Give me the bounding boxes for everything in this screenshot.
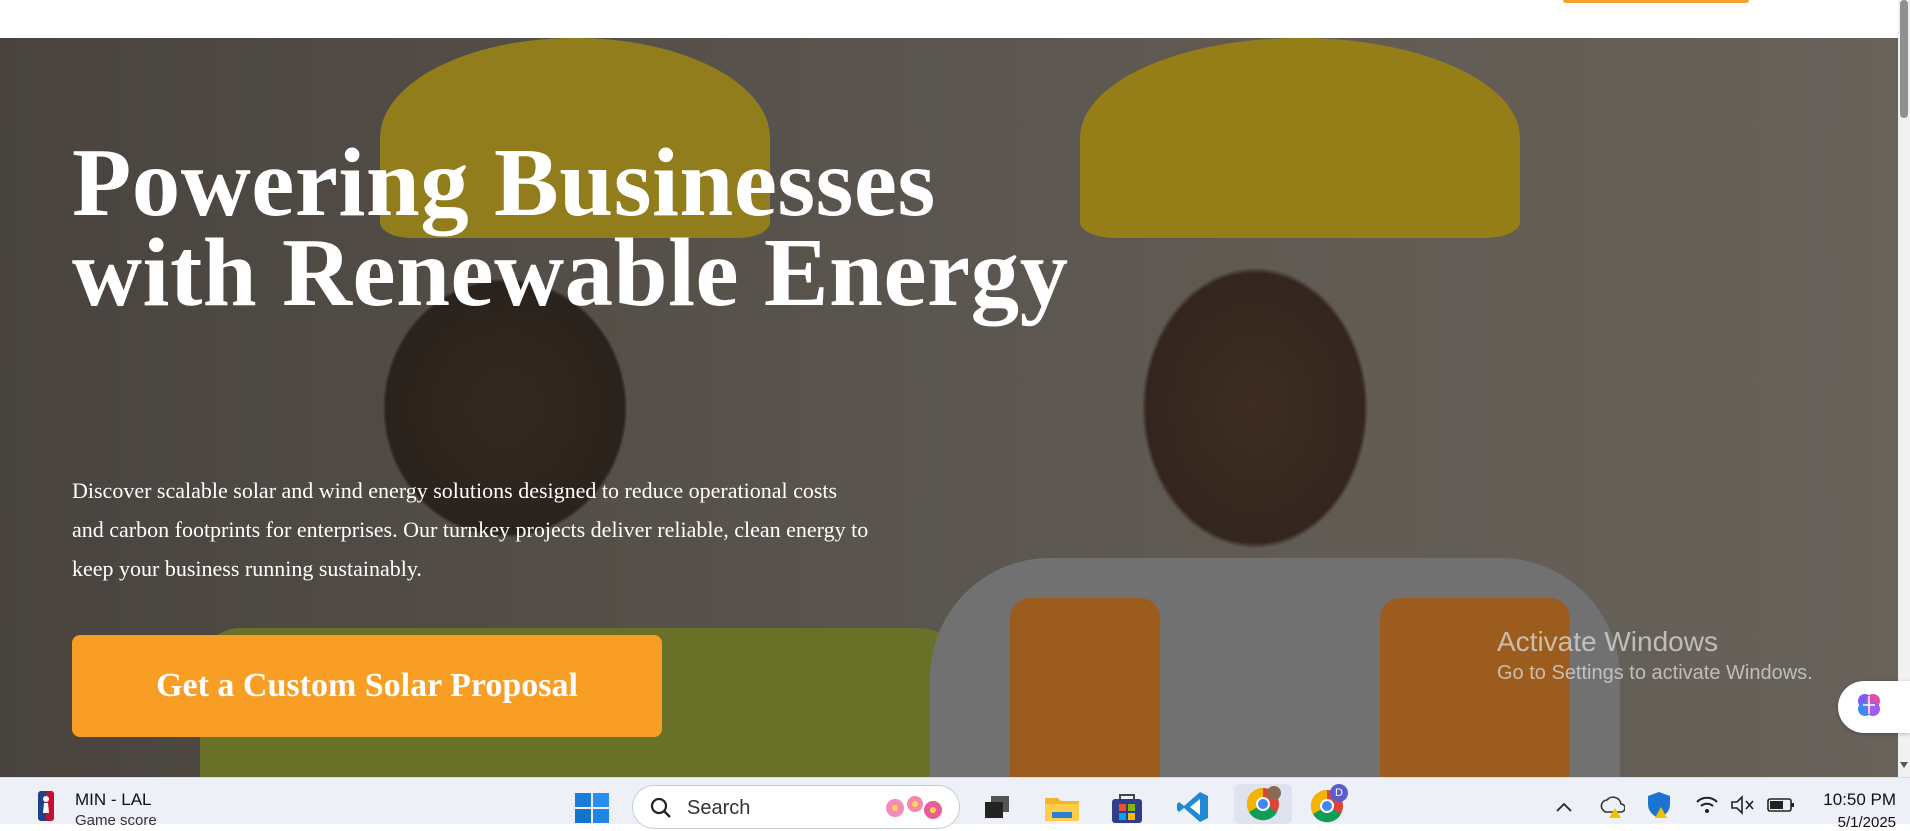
scroll-down-arrow-icon[interactable] xyxy=(1900,762,1908,768)
chrome-profile-2-icon[interactable]: D xyxy=(1304,784,1350,824)
watermark-line-1: Activate Windows xyxy=(1497,626,1718,657)
nba-logo-icon[interactable] xyxy=(30,790,62,822)
hero-description: Discover scalable solar and wind energy … xyxy=(72,478,869,581)
volume-muted-icon[interactable] xyxy=(1728,792,1758,818)
taskbar-clock[interactable]: 10:50 PM 5/1/2025 xyxy=(1814,790,1896,831)
windows-security-icon[interactable] xyxy=(1644,790,1674,820)
task-view-icon[interactable] xyxy=(980,792,1014,822)
copilot-floating-button[interactable] xyxy=(1838,681,1910,733)
wifi-icon[interactable] xyxy=(1692,792,1722,818)
file-explorer-icon[interactable] xyxy=(1043,790,1081,824)
copilot-brain-icon xyxy=(1854,690,1884,725)
search-highlight-flowers-icon xyxy=(881,792,951,829)
chrome-profile-badge: D xyxy=(1330,784,1348,802)
taskbar-search-box[interactable]: Search xyxy=(632,785,960,829)
widget-title[interactable]: MIN - LAL xyxy=(75,790,152,810)
get-custom-solar-proposal-button[interactable]: Get a Custom Solar Proposal xyxy=(72,635,662,737)
site-header xyxy=(0,0,1898,38)
onedrive-warning-icon[interactable] xyxy=(1597,792,1627,820)
clock-time: 10:50 PM xyxy=(1823,790,1896,809)
hero-title: Powering Businesses with Renewable Energ… xyxy=(72,129,1069,326)
header-cta-button[interactable] xyxy=(1563,0,1749,3)
scrollbar-thumb[interactable] xyxy=(1900,0,1908,118)
search-placeholder: Search xyxy=(687,797,751,819)
chrome-profile-1-icon[interactable] xyxy=(1234,784,1292,824)
search-icon xyxy=(649,796,673,825)
watermark-line-2: Go to Settings to activate Windows. xyxy=(1497,662,1813,684)
page-scrollbar[interactable] xyxy=(1898,0,1910,777)
widget-subtitle: Game score xyxy=(75,812,157,829)
chevron-up-icon[interactable] xyxy=(1552,796,1576,818)
microsoft-store-icon[interactable] xyxy=(1108,790,1146,824)
vscode-icon[interactable] xyxy=(1174,790,1212,824)
windows-start-icon[interactable] xyxy=(572,792,612,824)
battery-icon[interactable] xyxy=(1764,792,1798,818)
windows-taskbar: MIN - LAL Game score Search D 10:50 PM 5… xyxy=(0,777,1910,831)
activate-windows-watermark: Activate Windows Go to Settings to activ… xyxy=(1497,625,1813,687)
